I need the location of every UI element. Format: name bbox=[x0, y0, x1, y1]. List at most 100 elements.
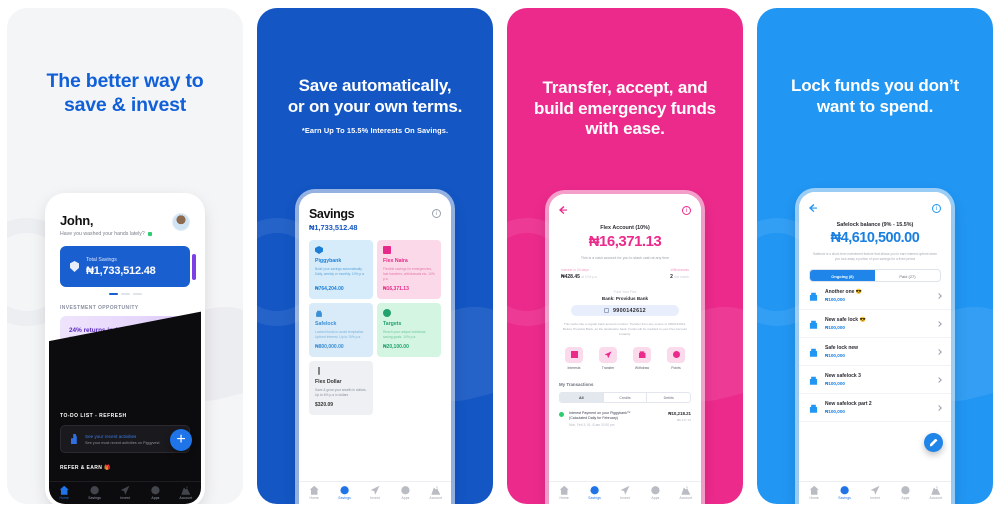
nav-label: Savings bbox=[88, 496, 101, 501]
headline-line-2: build emergency funds bbox=[534, 98, 716, 118]
tab-ongoing[interactable]: Ongoing (8) bbox=[810, 270, 875, 282]
chevron-right-icon bbox=[936, 292, 942, 299]
info-icon[interactable]: i bbox=[682, 206, 691, 215]
nav-item-account[interactable]: Account bbox=[671, 485, 701, 500]
savings-card-flex-dollar[interactable]: Flex Dollar Save & grow your wealth in d… bbox=[309, 360, 373, 415]
interest-value: ₦428.45 bbox=[561, 274, 580, 280]
carousel-dots[interactable] bbox=[49, 293, 201, 295]
nav-item-invest[interactable]: Invest bbox=[610, 485, 640, 500]
chevron-right-icon bbox=[936, 376, 942, 383]
flex-account-balance: ₦16,371.13 bbox=[588, 233, 662, 250]
todo-item-subtitle: See your most recent activities on Piggy… bbox=[85, 440, 160, 445]
savings-card-safelock[interactable]: Safelock Locked funds to avoid temptatio… bbox=[309, 302, 373, 357]
info-icon[interactable]: i bbox=[432, 209, 441, 218]
safelock-list-item[interactable]: Another one 😎 ₦100,000 bbox=[799, 282, 951, 311]
safelock-tabs[interactable]: Ongoing (8) Paid (27) bbox=[809, 269, 941, 283]
safelock-list-item[interactable]: New safelock 3 ₦100,000 bbox=[799, 366, 951, 395]
copy-icon[interactable] bbox=[604, 308, 609, 313]
flex-stats-row: Interest in 24 days ₦428.45 at 10% p.a. … bbox=[549, 260, 701, 280]
back-arrow-icon[interactable] bbox=[559, 206, 567, 214]
savings-card-flex-naira[interactable]: Flex Naira Flexible savings for emergenc… bbox=[377, 240, 441, 299]
percent-icon bbox=[570, 351, 578, 359]
nav-item-savings[interactable]: Savings bbox=[329, 486, 359, 500]
flex-account-screen: i Flex Account (10%) ₦16,371.13 This is … bbox=[549, 194, 701, 504]
headline-line-1: Transfer, accept, and bbox=[542, 78, 708, 97]
bottom-nav-bar[interactable]: Home Savings Invest Apps Account bbox=[49, 481, 201, 504]
nav-item-account[interactable]: Account bbox=[171, 485, 201, 500]
filter-tab-credits[interactable]: Credits bbox=[604, 392, 648, 402]
back-arrow-icon[interactable] bbox=[809, 204, 817, 212]
add-button-fab[interactable]: + bbox=[170, 429, 192, 451]
lock-amount: ₦100,000 bbox=[825, 325, 845, 331]
filter-tab-debits[interactable]: Debits bbox=[647, 393, 690, 402]
nav-item-account[interactable]: Account bbox=[921, 485, 951, 500]
withdraw-icon bbox=[638, 351, 646, 359]
lock-icon bbox=[809, 404, 818, 413]
nav-item-savings[interactable]: Savings bbox=[579, 486, 609, 500]
savings-card-targets[interactable]: Targets Reach your unique individual sav… bbox=[377, 302, 441, 357]
savings-card-piggybank[interactable]: Piggybank Build your savings automatical… bbox=[309, 240, 373, 299]
flex-account-title: Flex Account (10%) bbox=[600, 225, 650, 231]
promo-panel-4[interactable]: Lock funds you don’t want to spend. i Sa… bbox=[757, 8, 993, 504]
thumbs-up-icon bbox=[71, 434, 77, 444]
action-withdraw[interactable]: Withdraw bbox=[631, 346, 653, 370]
nav-label: Apps bbox=[651, 496, 660, 501]
nav-item-invest[interactable]: Invest bbox=[860, 485, 890, 500]
nav-item-home[interactable]: Home bbox=[49, 485, 79, 500]
shield-icon bbox=[70, 261, 79, 272]
action-interests[interactable]: Interests bbox=[563, 346, 585, 370]
info-icon[interactable]: i bbox=[932, 204, 941, 213]
nav-item-home[interactable]: Home bbox=[799, 485, 829, 500]
bottom-nav-bar[interactable]: Home Savings Invest Apps Account bbox=[549, 481, 701, 504]
headline-line-2: or on your own terms. bbox=[287, 96, 463, 116]
invest-icon bbox=[870, 485, 880, 495]
nav-item-home[interactable]: Home bbox=[549, 485, 579, 500]
safelock-description: Safelock is a short-term investment feat… bbox=[812, 252, 938, 262]
invest-icon bbox=[370, 485, 380, 495]
bottom-nav-bar[interactable]: Home Savings Invest Apps Account bbox=[799, 481, 951, 504]
nav-item-invest[interactable]: Invest bbox=[360, 485, 390, 500]
transactions-title: My Transactions bbox=[559, 381, 594, 387]
investment-section-title: INVESTMENT OPPORTUNITY bbox=[60, 305, 139, 311]
safelock-list-item[interactable]: New safe lock 😎 ₦100,000 bbox=[799, 310, 951, 339]
card-value: $320.09 bbox=[315, 401, 334, 408]
card-value: ₦800,000.00 bbox=[315, 343, 344, 350]
nav-item-savings[interactable]: Savings bbox=[829, 486, 859, 500]
account-number-chip[interactable]: 9900142612 bbox=[571, 305, 679, 316]
create-safelock-fab[interactable] bbox=[924, 433, 943, 452]
tab-paid[interactable]: Paid (27) bbox=[875, 270, 940, 281]
nav-item-apps[interactable]: Apps bbox=[640, 486, 670, 501]
phone-mockup-3: i Flex Account (10%) ₦16,371.13 This is … bbox=[549, 194, 701, 504]
nav-item-home[interactable]: Home bbox=[299, 485, 329, 501]
total-savings-card[interactable]: Total Savings ₦1,733,512.48 bbox=[60, 246, 196, 287]
nav-label: Home bbox=[309, 496, 319, 501]
headline-line-1: Lock funds you don’t bbox=[791, 76, 959, 95]
home-icon bbox=[809, 485, 819, 495]
bottom-nav-bar[interactable]: Home Savings Invest Apps Account bbox=[299, 481, 451, 504]
next-card-peek[interactable] bbox=[192, 254, 196, 280]
transaction-row[interactable]: Interest Payment on your Piggybank™ (Cal… bbox=[549, 403, 701, 427]
nav-item-savings[interactable]: Savings bbox=[79, 486, 109, 501]
nav-item-invest[interactable]: Invest bbox=[110, 485, 140, 500]
nav-item-apps[interactable]: Apps bbox=[140, 486, 170, 500]
filter-tab-all[interactable]: All bbox=[560, 392, 604, 402]
nav-item-apps[interactable]: Apps bbox=[890, 486, 920, 500]
action-points[interactable]: Points bbox=[665, 346, 687, 370]
transaction-filter-tabs[interactable]: All Credits Debits bbox=[559, 391, 691, 403]
pencil-icon bbox=[929, 438, 938, 447]
avatar[interactable] bbox=[172, 213, 190, 231]
nav-item-account[interactable]: Account bbox=[421, 485, 451, 500]
safelock-list-item[interactable]: Safe lock new ₦100,000 bbox=[799, 338, 951, 367]
panel-3-headline: Transfer, accept, and build emergency fu… bbox=[507, 78, 743, 140]
promo-panel-2[interactable]: Save automatically, or on your own terms… bbox=[257, 8, 493, 504]
refer-and-earn-title[interactable]: REFER & EARN 🎁 bbox=[60, 465, 190, 471]
phone-mockup-4: i Safelock balance (9% - 15.5%) ₦4,610,5… bbox=[799, 192, 951, 504]
action-transfer[interactable]: Transfer bbox=[597, 346, 619, 370]
promo-panel-3[interactable]: Transfer, accept, and build emergency fu… bbox=[507, 8, 743, 504]
fund-account-section: Fund Your Flex Bank: Providus Bank bbox=[549, 290, 701, 301]
nav-item-apps[interactable]: Apps bbox=[390, 486, 420, 500]
withdrawals-label: Withdrawals bbox=[670, 268, 689, 272]
home-icon bbox=[59, 485, 69, 495]
safelock-list-item[interactable]: New safelock part 2 ₦100,000 bbox=[799, 394, 951, 423]
promo-panel-1[interactable]: The better way to save & invest John, Ha… bbox=[7, 8, 243, 504]
